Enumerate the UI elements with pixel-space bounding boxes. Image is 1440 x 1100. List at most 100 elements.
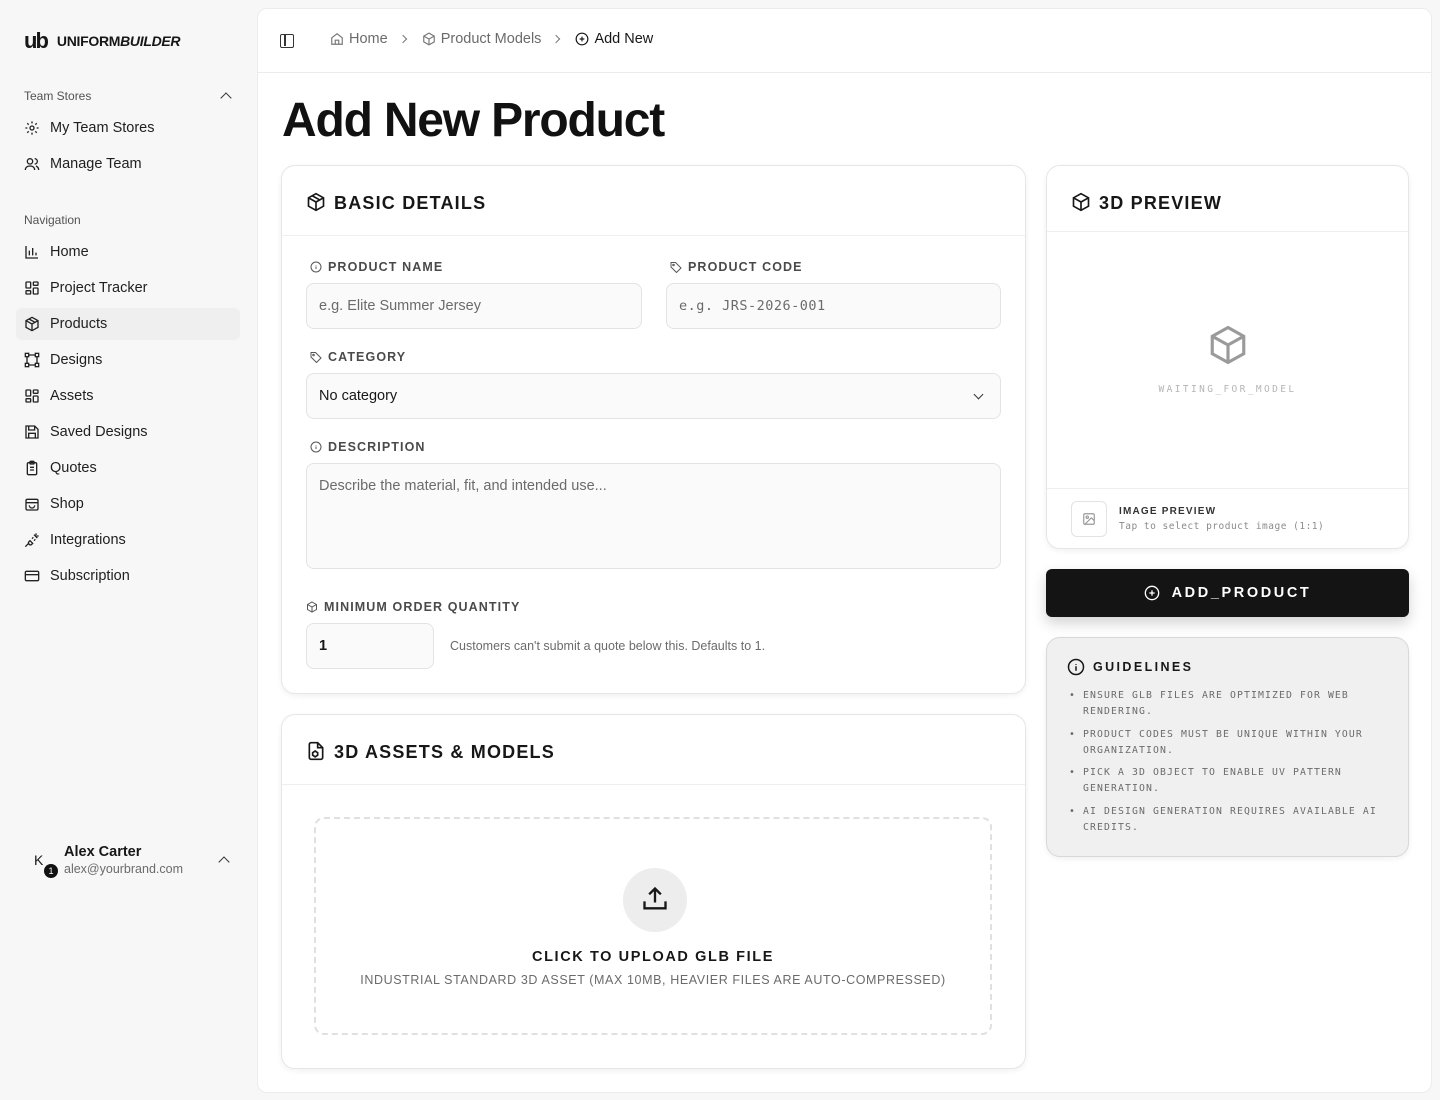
glb-upload-dropzone[interactable]: CLICK TO UPLOAD GLB FILE INDUSTRIAL STAN… xyxy=(314,817,992,1035)
product-code-label: PRODUCT CODE xyxy=(670,260,803,274)
team-stores-group-label[interactable]: Team Stores xyxy=(24,89,91,103)
cube-icon xyxy=(1072,192,1090,212)
topbar: Home Product Models Add New xyxy=(258,9,1431,73)
sidebar-item-subscription[interactable]: Subscription xyxy=(16,560,240,592)
breadcrumb-home[interactable]: Home xyxy=(330,31,388,47)
sidebar-item-quotes[interactable]: Quotes xyxy=(16,452,240,484)
image-icon xyxy=(1083,513,1095,525)
sidebar-item-label: Manage Team xyxy=(50,156,142,172)
package-icon xyxy=(307,192,325,212)
clipboard-icon xyxy=(26,460,38,476)
sidebar-item-label: Assets xyxy=(50,388,94,404)
sidebar-item-home[interactable]: Home xyxy=(16,236,240,268)
navigation-group-label: Navigation xyxy=(24,213,81,227)
chevron-up-icon[interactable] xyxy=(218,856,230,868)
chevron-right-icon xyxy=(398,34,407,44)
sidebar-item-label: Saved Designs xyxy=(50,424,148,440)
users-icon xyxy=(24,158,40,171)
card-title: 3D PREVIEW xyxy=(1099,193,1223,213)
basic-details-card: BASIC DETAILS PRODUCT NAME e.g. Elite Su… xyxy=(281,165,1026,694)
sidebar-item-project-tracker[interactable]: Project Tracker xyxy=(16,272,240,304)
product-code-input[interactable]: e.g. JRS-2026-001 xyxy=(666,283,1001,329)
sidebar-item-label: Designs xyxy=(50,352,103,368)
grid-icon xyxy=(25,281,39,295)
sidebar-item-my-team-stores[interactable]: My Team Stores xyxy=(16,112,240,144)
category-label: CATEGORY xyxy=(310,350,406,364)
home-icon xyxy=(331,33,343,45)
logo[interactable]: ub UNIFORMBUILDER xyxy=(24,28,181,54)
user-menu[interactable]: K 1 Alex Carter alex@yourbrand.com xyxy=(24,842,240,882)
card-title: BASIC DETAILS xyxy=(334,193,487,213)
package-icon xyxy=(307,601,317,613)
category-select[interactable]: No category xyxy=(306,373,1001,419)
sidebar-item-label: Integrations xyxy=(50,532,126,548)
tag-icon xyxy=(310,352,322,363)
plug-icon xyxy=(24,533,39,548)
description-label: DESCRIPTION xyxy=(310,440,426,454)
cube-icon xyxy=(1210,325,1246,365)
guidelines-card: GUIDELINES ENSURE GLB FILES ARE OPTIMIZE… xyxy=(1046,637,1409,857)
file-3d-icon xyxy=(308,741,324,761)
guidelines-title: GUIDELINES xyxy=(1093,660,1194,674)
bar-chart-icon xyxy=(25,246,38,259)
list-item: PICK A 3D OBJECT TO ENABLE UV PATTERN GE… xyxy=(1069,765,1389,797)
sidebar-item-shop[interactable]: Shop xyxy=(16,488,240,520)
info-icon xyxy=(310,261,322,273)
sidebar-item-label: Home xyxy=(50,244,89,260)
sidebar: ub UNIFORMBUILDER Team Stores My Team St… xyxy=(0,0,256,1100)
credit-card-icon xyxy=(24,570,40,582)
image-preview-subtitle: Tap to select product image (1:1) xyxy=(1119,521,1325,532)
add-product-button[interactable]: ADD_PRODUCT xyxy=(1046,569,1409,617)
image-preview-title: IMAGE PREVIEW xyxy=(1119,506,1217,517)
list-item: PRODUCT CODES MUST BE UNIQUE WITHIN YOUR… xyxy=(1069,727,1389,759)
breadcrumb: Home Product Models Add New xyxy=(330,31,653,47)
chevron-down-icon xyxy=(973,389,984,400)
model-viewer[interactable]: WAITING_FOR_MODEL xyxy=(1047,236,1408,488)
list-item: ENSURE GLB FILES ARE OPTIMIZED FOR WEB R… xyxy=(1069,688,1389,720)
tag-icon xyxy=(670,262,682,273)
sidebar-item-integrations[interactable]: Integrations xyxy=(16,524,240,556)
vector-icon xyxy=(24,352,40,368)
breadcrumb-product-models[interactable]: Product Models xyxy=(422,31,541,47)
guidelines-list: ENSURE GLB FILES ARE OPTIMIZED FOR WEB R… xyxy=(1069,688,1389,842)
avatar: K 1 xyxy=(24,850,58,880)
save-icon xyxy=(25,425,39,439)
upload-icon xyxy=(643,886,667,910)
moq-label: MINIMUM ORDER QUANTITY xyxy=(306,600,520,614)
preview-card: 3D PREVIEW WAITING_FOR_MODEL IMAGE PREVI… xyxy=(1046,165,1409,549)
sidebar-item-products[interactable]: Products xyxy=(16,308,240,340)
image-thumbnail[interactable] xyxy=(1071,501,1107,537)
assets-card: 3D ASSETS & MODELS CLICK TO UPLOAD GLB F… xyxy=(281,714,1026,1069)
user-email: alex@yourbrand.com xyxy=(64,862,183,876)
product-name-input[interactable]: e.g. Elite Summer Jersey xyxy=(306,283,642,329)
notification-badge: 1 xyxy=(44,864,58,878)
upload-subtitle: INDUSTRIAL STANDARD 3D ASSET (MAX 10MB, … xyxy=(360,973,946,987)
moq-input[interactable]: 1 xyxy=(306,623,434,669)
breadcrumb-current: Add New xyxy=(575,31,653,47)
sidebar-item-label: Subscription xyxy=(50,568,130,584)
description-textarea[interactable]: Describe the material, fit, and intended… xyxy=(306,463,1001,569)
sidebar-toggle-icon[interactable] xyxy=(280,34,294,48)
info-icon xyxy=(1067,658,1085,676)
chevron-up-icon[interactable] xyxy=(220,92,232,104)
card-title: 3D ASSETS & MODELS xyxy=(334,742,555,762)
sidebar-item-label: Products xyxy=(50,316,108,332)
shopping-bag-icon xyxy=(25,498,39,511)
upload-button[interactable] xyxy=(623,868,687,932)
package-icon xyxy=(25,316,39,332)
list-item: AI DESIGN GENERATION REQUIRES AVAILABLE … xyxy=(1069,804,1389,836)
grid-icon xyxy=(25,389,39,403)
sidebar-item-label: Project Tracker xyxy=(50,280,148,296)
card-header: BASIC DETAILS xyxy=(282,166,1025,236)
sidebar-item-saved-designs[interactable]: Saved Designs xyxy=(16,416,240,448)
sidebar-item-label: My Team Stores xyxy=(50,120,155,136)
package-icon xyxy=(422,32,435,46)
sidebar-item-designs[interactable]: Designs xyxy=(16,344,240,376)
product-name-label: PRODUCT NAME xyxy=(310,260,443,274)
upload-title: CLICK TO UPLOAD GLB FILE xyxy=(532,949,774,965)
waiting-status: WAITING_FOR_MODEL xyxy=(1158,384,1297,395)
image-preview-picker[interactable]: IMAGE PREVIEW Tap to select product imag… xyxy=(1047,488,1408,548)
logo-mark: ub xyxy=(24,28,49,53)
sidebar-item-manage-team[interactable]: Manage Team xyxy=(16,148,240,180)
sidebar-item-assets[interactable]: Assets xyxy=(16,380,240,412)
